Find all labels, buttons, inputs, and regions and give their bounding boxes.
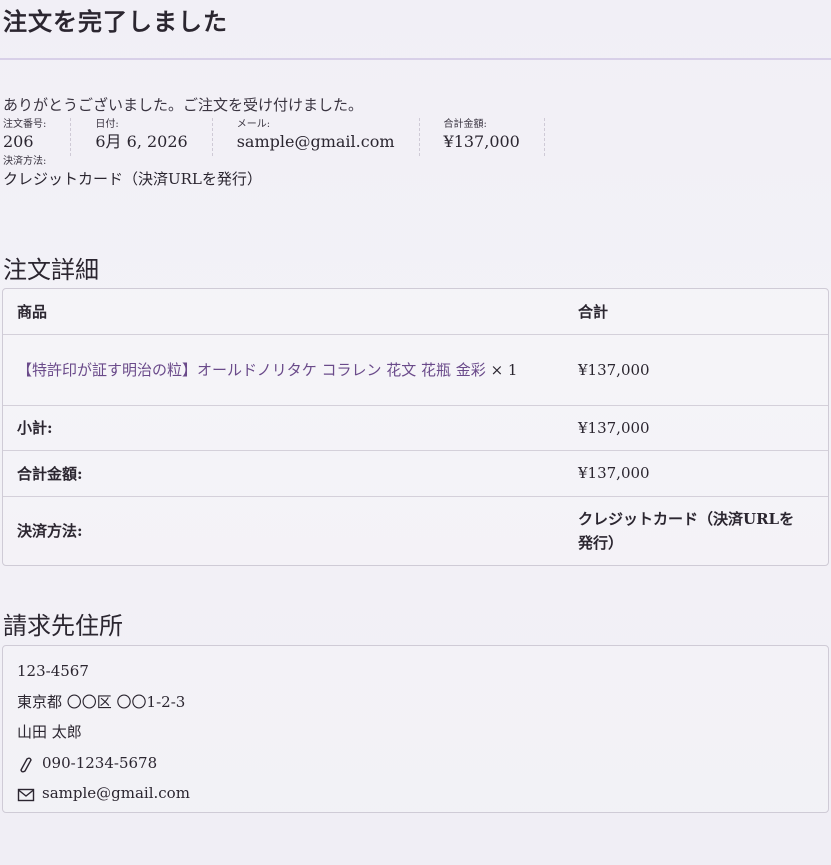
billing-address-title: 請求先住所 xyxy=(3,612,123,640)
order-details-table: 商品 合計 【特許印が証す明治の粒】オールドノリタケ コラレン 花文 花瓶 金彩… xyxy=(3,289,828,565)
table-row-total: 合計金額: ¥137,000 xyxy=(3,449,828,496)
product-link[interactable]: 【特許印が証す明治の粒】オールドノリタケ コラレン 花文 花瓶 金彩 xyxy=(17,361,486,379)
page-header: 注文を完了しました xyxy=(0,0,831,60)
payment-method-label: 決済方法: xyxy=(3,156,47,167)
address-lines: 123-4567 東京都 〇〇区 〇〇1-2-3 山田 太郎 090-1234-… xyxy=(3,646,828,819)
order-overview: 注文番号: 206 日付: 6月 6, 2026 メール: sample@gma… xyxy=(3,118,569,156)
table-header-row: 商品 合計 xyxy=(3,289,828,334)
date-value: 6月 6, 2026 xyxy=(95,132,188,151)
overview-payment-method: 決済方法: クレジットカード（決済URLを発行） xyxy=(3,155,262,189)
envelope-icon xyxy=(17,784,35,802)
email-line: sample@gmail.com xyxy=(17,778,814,809)
phone-number: 090-1234-5678 xyxy=(42,753,158,772)
overview-order-number: 注文番号: 206 xyxy=(3,118,72,156)
product-total: ¥137,000 xyxy=(564,333,828,405)
email-value: sample@gmail.com xyxy=(236,132,395,151)
header-product: 商品 xyxy=(17,302,48,321)
customer-name: 山田 太郎 xyxy=(17,723,82,741)
overview-total: 合計金額: ¥137,000 xyxy=(444,118,545,156)
address-line: 東京都 〇〇区 〇〇1-2-3 xyxy=(17,692,186,711)
table-row-product: 【特許印が証す明治の粒】オールドノリタケ コラレン 花文 花瓶 金彩 × 1 ¥… xyxy=(3,333,828,405)
order-number-label: 注文番号: xyxy=(3,119,47,130)
header-total: 合計 xyxy=(578,302,609,321)
postal-code: 123-4567 xyxy=(17,662,89,680)
order-number-value: 206 xyxy=(3,132,34,151)
billing-address-box: 123-4567 東京都 〇〇区 〇〇1-2-3 山田 太郎 090-1234-… xyxy=(2,645,829,813)
order-details-box: 商品 合計 【特許印が証す明治の粒】オールドノリタケ コラレン 花文 花瓶 金彩… xyxy=(2,288,829,566)
product-cell: 【特許印が証す明治の粒】オールドノリタケ コラレン 花文 花瓶 金彩 × 1 xyxy=(3,333,564,405)
subtotal-value: ¥137,000 xyxy=(564,404,828,450)
total-value: ¥137,000 xyxy=(443,132,520,151)
order-total-label: 合計金額: xyxy=(3,449,564,496)
order-total-value: ¥137,000 xyxy=(564,449,828,496)
payment-label: 決済方法: xyxy=(3,495,564,565)
product-quantity: × 1 xyxy=(490,360,518,379)
overview-email: メール: sample@gmail.com xyxy=(237,118,420,156)
table-row-subtotal: 小計: ¥137,000 xyxy=(3,404,828,450)
table-row-payment: 決済方法: クレジットカード（決済URLを発行） xyxy=(3,495,828,565)
order-details-title: 注文詳細 xyxy=(3,256,99,284)
phone-line: 090-1234-5678 xyxy=(17,748,814,779)
phone-icon xyxy=(17,754,35,773)
overview-date: 日付: 6月 6, 2026 xyxy=(95,118,213,156)
total-label: 合計金額: xyxy=(443,119,487,130)
payment-method-value: クレジットカード（決済URLを発行） xyxy=(3,170,262,188)
billing-email: sample@gmail.com xyxy=(42,784,190,802)
email-label: メール: xyxy=(236,119,271,130)
date-label: 日付: xyxy=(95,119,119,130)
page-title: 注文を完了しました xyxy=(3,7,228,36)
payment-value: クレジットカード（決済URLを発行） xyxy=(564,495,828,565)
thanks-message: ありがとうございました。ご注文を受け付けました。 xyxy=(3,96,364,114)
subtotal-label: 小計: xyxy=(3,404,564,450)
